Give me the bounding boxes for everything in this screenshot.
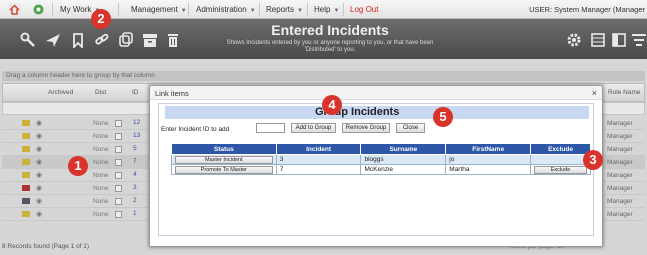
- current-user-label: USER: System Manager (Manager: [529, 5, 645, 14]
- add-to-group-button[interactable]: Add to Group: [291, 123, 336, 133]
- surname: McKenzie: [360, 164, 447, 175]
- delete-icon[interactable]: [165, 32, 181, 48]
- callout-badge: 5: [433, 107, 453, 127]
- master-incident-button[interactable]: Master Incident: [175, 155, 273, 164]
- logout-link[interactable]: Log Out: [350, 5, 378, 14]
- eye-icon[interactable]: ◉: [36, 210, 42, 218]
- table-row: Master Incident 3 bloggs jo: [171, 154, 591, 165]
- bookmark-icon[interactable]: [70, 32, 86, 50]
- chevron-down-icon: ▼: [333, 8, 340, 14]
- eye-icon[interactable]: ◉: [36, 158, 42, 166]
- chevron-down-icon: ▼: [297, 8, 303, 14]
- eye-icon[interactable]: ◉: [36, 132, 42, 140]
- group-incidents-panel: Group Incidents Enter Incident ID to add…: [158, 103, 594, 236]
- send-icon[interactable]: [45, 32, 61, 48]
- link-items-dialog: Link items × Group Incidents Enter Incid…: [149, 85, 603, 247]
- status-color: [22, 159, 30, 165]
- close-button[interactable]: Close: [396, 123, 425, 133]
- status-color: [22, 120, 30, 126]
- archive-icon[interactable]: [142, 32, 158, 48]
- firstname: jo: [445, 154, 532, 165]
- callout-badge: 1: [68, 156, 88, 176]
- menu-help[interactable]: Help ▼: [314, 5, 339, 14]
- eye-icon[interactable]: ◉: [36, 197, 42, 205]
- incident-id: 3: [275, 154, 362, 165]
- panel-banner: Group Incidents: [165, 106, 589, 119]
- status-color: [22, 172, 30, 178]
- close-icon[interactable]: ×: [592, 88, 597, 98]
- status-color: [22, 185, 30, 191]
- callout-badge: 2: [91, 9, 111, 29]
- checkbox[interactable]: [115, 159, 122, 166]
- checkbox[interactable]: [115, 146, 122, 153]
- col-incident: Incident: [275, 143, 362, 155]
- callout-badge: 3: [583, 150, 603, 170]
- table-row: Promote To Master 7 McKenzie Martha Excl…: [171, 164, 591, 175]
- status-color: [22, 133, 30, 139]
- exclude-cell: [530, 154, 591, 165]
- grid-icon[interactable]: [590, 32, 606, 48]
- home-icon[interactable]: [8, 3, 21, 16]
- chevron-down-icon: ▼: [249, 8, 256, 14]
- group-by-hint: Drag a column header here to group by th…: [2, 71, 645, 81]
- promote-to-master-button[interactable]: Promote To Master: [175, 165, 273, 174]
- checkbox[interactable]: [115, 172, 122, 179]
- status-color: [22, 211, 30, 217]
- col-exclude: Exclude: [530, 143, 591, 155]
- checkbox[interactable]: [115, 198, 122, 205]
- status-color: [22, 146, 30, 152]
- eye-icon[interactable]: ◉: [36, 145, 42, 153]
- filter-icon[interactable]: [631, 32, 647, 48]
- page-title: Entered Incidents: [271, 22, 389, 38]
- records-count: 8 Records found (Page 1 of 1): [2, 243, 90, 250]
- surname: bloggs: [360, 154, 447, 165]
- remove-group-button[interactable]: Remove Group: [342, 123, 390, 133]
- wrench-icon[interactable]: [20, 32, 36, 48]
- refresh-icon[interactable]: [32, 3, 45, 16]
- menu-administration[interactable]: Administration ▼: [196, 5, 256, 14]
- menu-reports[interactable]: Reports ▼: [266, 5, 303, 14]
- chevron-down-icon: ▼: [180, 8, 187, 14]
- incident-id: 7: [275, 164, 362, 175]
- menu-management[interactable]: Management ▼: [131, 5, 187, 14]
- header-dist[interactable]: Dist: [95, 89, 106, 96]
- exclude-button[interactable]: Exclude: [534, 165, 587, 174]
- header-id[interactable]: ID: [132, 89, 139, 96]
- page-subtitle: Shows Incidents entered by you or anyone…: [226, 40, 434, 53]
- checkbox[interactable]: [115, 211, 122, 218]
- eye-icon[interactable]: ◉: [36, 171, 42, 179]
- status-color: [22, 198, 30, 204]
- eye-icon[interactable]: ◉: [36, 184, 42, 192]
- callout-badge: 4: [322, 95, 342, 115]
- columns-icon[interactable]: [611, 32, 627, 48]
- col-status: Status: [171, 143, 277, 155]
- header-archived[interactable]: Archived: [48, 89, 73, 96]
- checkbox[interactable]: [115, 120, 122, 127]
- incident-id-input[interactable]: [256, 123, 285, 133]
- firstname: Martha: [445, 164, 532, 175]
- add-incident-label: Enter Incident ID to add: [161, 126, 230, 133]
- checkbox[interactable]: [115, 133, 122, 140]
- header-role[interactable]: Role Name: [608, 89, 641, 96]
- checkbox[interactable]: [115, 185, 122, 192]
- dialog-title: Link items: [150, 86, 602, 100]
- linked-incidents-table: Status Incident Surname FirstName Exclud…: [171, 143, 591, 175]
- copy-icon[interactable]: [118, 32, 134, 48]
- link-icon[interactable]: [94, 32, 110, 48]
- col-firstname: FirstName: [445, 143, 532, 155]
- col-surname: Surname: [360, 143, 447, 155]
- settings-icon[interactable]: [566, 32, 582, 48]
- eye-icon[interactable]: ◉: [36, 119, 42, 127]
